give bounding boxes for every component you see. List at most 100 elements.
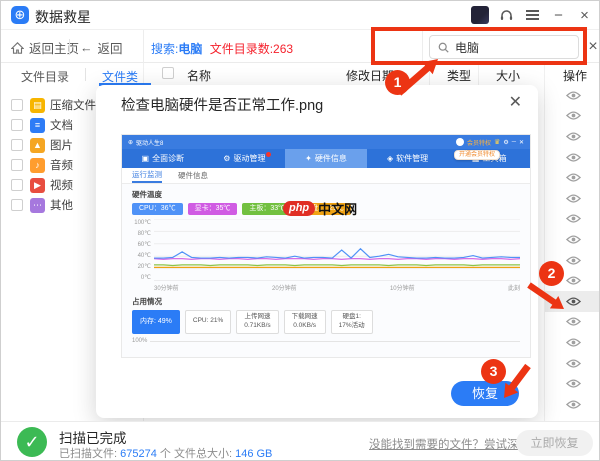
preview-eye-icon[interactable] (545, 147, 599, 168)
table-header: 名称 修改日期 类型 大小 操作 (144, 63, 599, 85)
scanned-count: 675274 (120, 448, 157, 460)
divider (85, 68, 86, 81)
divider (143, 30, 144, 63)
back-arrow-icon: ← (80, 40, 93, 55)
checkbox[interactable] (11, 179, 23, 191)
select-all-checkbox[interactable] (162, 67, 174, 79)
col-size[interactable]: 大小 (496, 67, 520, 84)
archive-icon: ▤ (30, 97, 45, 113)
preview-tab-hardware: ✦ 硬件信息 (285, 149, 367, 168)
preview-eye-icon[interactable] (545, 373, 599, 394)
title-bar: ⊕ 数据救星 − × (1, 1, 599, 29)
usage-chips: 内存: 49% CPU: 21% 上传网速 0.71KB/s 下载网速 0.0KB/… (132, 310, 520, 334)
recover-button[interactable]: 恢复 (451, 381, 519, 406)
disk-activity-chip: 硬盘1: 17%活动 (330, 310, 373, 334)
close-icon[interactable]: × (576, 7, 593, 24)
filetype-label: 文档 (50, 120, 73, 132)
highlight-rect-search (371, 27, 587, 65)
cpu-temp-chip: CPU：36℃ (132, 203, 183, 215)
status-bar: ✓ 扫描已完成 已扫描文件: 675274 个 文件总大小: 146 GB 没能… (1, 421, 599, 460)
scan-detail: 已扫描文件: 675274 个 文件总大小: 146 GB (59, 448, 273, 460)
crown-icon: ♛ (494, 139, 501, 146)
scan-status: 扫描已完成 (59, 431, 127, 446)
document-icon: ≡ (30, 117, 45, 133)
preview-eye-icon[interactable] (545, 167, 599, 188)
preview-subtabs: 运行监测 硬件信息 (122, 168, 530, 184)
preview-member-badge: 开通会员特权 (453, 150, 500, 160)
partial-axis-label: 100% (132, 337, 148, 344)
preview-tab-software: ◈ 软件管理 (387, 154, 429, 163)
minimize-icon[interactable]: − (550, 7, 567, 24)
preview-eye-icon[interactable] (545, 209, 599, 230)
preview-eye-icon[interactable] (545, 126, 599, 147)
checkbox[interactable] (11, 139, 23, 151)
audio-icon: ♪ (30, 157, 45, 173)
video-icon: ▶ (30, 177, 45, 193)
checkbox[interactable] (11, 199, 23, 211)
recover-now-button[interactable]: 立即恢复 (516, 430, 593, 456)
clear-search-icon[interactable]: × (585, 36, 599, 58)
checkbox[interactable] (11, 119, 23, 131)
preview-close-icon: ✕ (518, 139, 524, 146)
preview-app-title: 驱动人生8 (136, 140, 164, 147)
user-avatar[interactable] (471, 6, 489, 24)
support-headset-icon[interactable] (498, 7, 515, 24)
filetype-label: 音频 (50, 160, 73, 172)
preview-tab-driver: ⚙ 驱动管理 (204, 149, 286, 168)
preview-eye-icon[interactable] (545, 106, 599, 127)
step-2-badge: 2 (539, 261, 564, 286)
preview-eye-icon[interactable] (545, 394, 599, 415)
download-speed-chip: 下载网速 0.0KB/s (283, 310, 326, 334)
preview-app-titlebar: ⊕ 驱动人生8 会员特权 ♛ ⚙ ─ ✕ (122, 135, 530, 149)
filetype-label: 视频 (50, 180, 73, 192)
preview-eye-icon[interactable] (545, 229, 599, 250)
divider (478, 63, 479, 85)
gpu-temp-chip: 显卡：35℃ (187, 203, 238, 215)
search-summary: 搜索:电脑 文件目录数:263 (151, 40, 293, 57)
step-1-badge: 1 (385, 70, 410, 95)
modal-close-icon[interactable]: ✕ (509, 92, 522, 112)
preview-eye-icon[interactable] (545, 312, 599, 333)
success-check-icon: ✓ (17, 427, 47, 457)
home-label: 返回主页 (29, 42, 80, 56)
memory-usage-chip: 内存: 49% (132, 310, 180, 334)
preview-gear-icon: ⚙ (503, 139, 509, 146)
preview-eye-icon[interactable] (545, 353, 599, 374)
watermark-text: 中文网 (318, 202, 358, 217)
col-operation[interactable]: 操作 (563, 67, 587, 84)
col-name[interactable]: 名称 (187, 67, 211, 84)
preview-tab-diagnosis: ▣ 全面诊断 (141, 154, 185, 163)
subtab-hardware-info: 硬件信息 (178, 171, 208, 180)
filetype-label: 其他 (50, 200, 73, 212)
back-label: 返回 (97, 42, 123, 56)
preview-eye-icon[interactable] (545, 290, 599, 312)
menu-icon[interactable] (524, 7, 541, 24)
preview-eye-icon[interactable] (545, 85, 599, 106)
checkbox[interactable] (11, 99, 23, 111)
app-logo-icon: ⊕ (11, 6, 29, 24)
divider (429, 63, 430, 85)
other-icon: ⋯ (30, 197, 45, 213)
cpu-usage-chip: CPU: 21% (184, 310, 232, 334)
temperature-chart: 100℃ 80℃ 60℃ 40℃ 20℃ 0℃ (132, 219, 520, 281)
preview-modal: 检查电脑硬件是否正常工作.png ✕ ⊕ 驱动人生8 会员特权 ♛ ⚙ ─ ✕ … (96, 85, 538, 418)
watermark: php 中文网 (282, 199, 358, 218)
divider (544, 63, 545, 85)
preview-eye-icon[interactable] (545, 332, 599, 353)
upload-speed-chip: 上传网速 0.71KB/s (236, 310, 279, 334)
tab-file-directory[interactable]: 文件目录 (21, 68, 69, 85)
preview-minimize-icon: ─ (511, 139, 516, 145)
partial-chart-line (150, 340, 520, 344)
summary-keyword: 电脑 (178, 42, 203, 56)
preview-eye-icon[interactable] (545, 188, 599, 209)
preview-member-text: 会员特权 (467, 140, 492, 147)
preview-avatar (456, 138, 465, 146)
checkbox[interactable] (11, 159, 23, 171)
filetype-label: 图片 (50, 140, 73, 152)
preview-app-logo-icon: ⊕ (128, 139, 134, 146)
back-button[interactable]: ← 返回 (80, 38, 123, 57)
image-icon: ▲ (30, 137, 45, 153)
modal-title: 检查电脑硬件是否正常工作.png (121, 98, 324, 114)
col-type[interactable]: 类型 (447, 67, 471, 84)
temp-chart-lines (154, 219, 520, 281)
